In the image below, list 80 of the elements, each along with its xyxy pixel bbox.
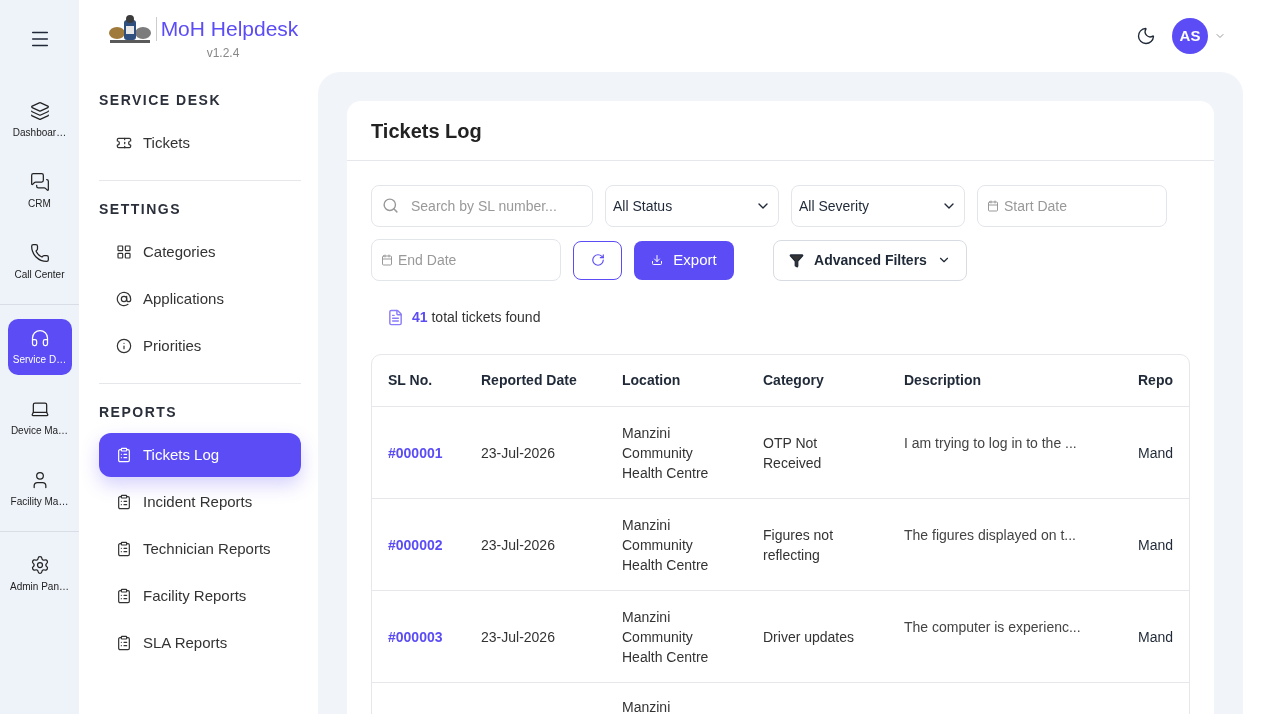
version-label: v1.2.4 <box>206 45 240 62</box>
chat-icon <box>29 171 50 192</box>
nav-item[interactable]: Tickets Log <box>99 433 301 477</box>
clipboard-icon <box>116 447 132 463</box>
info-icon <box>116 338 132 354</box>
table-cell-text: 23-Jul-2026 <box>481 535 556 555</box>
nav-item[interactable]: Incident Reports <box>99 480 301 524</box>
filter-icon <box>789 252 805 268</box>
rail-item[interactable]: Facility Ma… <box>7 461 72 517</box>
rail-item[interactable]: Call Center <box>7 234 72 290</box>
nav-item[interactable]: SLA Reports <box>99 621 301 665</box>
table-cell-text: I am trying to log in to the ... <box>904 433 1078 453</box>
table-cell-text: OTP Not Received <box>763 433 823 473</box>
nav-item[interactable]: Categories <box>99 230 301 274</box>
at-sign-icon <box>116 291 132 307</box>
advanced-filters-button[interactable]: Advanced Filters <box>773 239 967 281</box>
headset-icon <box>29 327 50 348</box>
section-heading: SETTINGS <box>99 200 182 219</box>
severity-select[interactable]: All Severity <box>791 185 965 227</box>
start-date-field[interactable]: Start Date <box>977 185 1167 227</box>
theme-toggle[interactable] <box>1136 26 1156 46</box>
table-cell-text: The computer is experienc... <box>904 617 1082 637</box>
status-select[interactable]: All Status <box>605 185 779 227</box>
layers-icon <box>29 100 50 121</box>
card-title: Tickets Log <box>371 118 482 144</box>
table-cell-text: The figures displayed on t... <box>904 525 1077 545</box>
refresh-button[interactable] <box>573 240 622 280</box>
column-header: Location <box>622 371 682 390</box>
calendar-icon <box>381 254 393 266</box>
table-cell-text: 23-Jul-2026 <box>481 443 556 463</box>
table-cell-text: Figures not reflecting <box>763 525 835 565</box>
end-date-field[interactable]: End Date <box>371 239 561 281</box>
table-cell-text: Mand <box>1138 627 1175 647</box>
calendar-icon <box>987 200 999 212</box>
column-header: Reported Date <box>481 371 578 390</box>
table-cell-text: Mand <box>1138 443 1175 463</box>
rail-item[interactable]: Service D… <box>7 319 72 375</box>
section-heading: REPORTS <box>99 403 179 422</box>
section-heading: SERVICE DESK <box>99 91 222 110</box>
nav-item[interactable]: Technician Reports <box>99 527 301 571</box>
table-cell-text: Mand <box>1138 535 1175 555</box>
phone-icon <box>29 242 50 263</box>
nav-item[interactable]: Tickets <box>99 121 301 165</box>
user-avatar[interactable]: AS <box>1172 18 1208 54</box>
download-icon <box>651 254 664 266</box>
column-header: Description <box>904 371 982 390</box>
table-cell-text: Manzini Community Health Centre <box>622 515 710 575</box>
rail-item[interactable]: Dashboar… <box>7 92 72 148</box>
document-icon <box>387 309 404 326</box>
export-button[interactable]: Export <box>634 240 734 280</box>
ticket-link[interactable]: #000003 <box>388 626 469 647</box>
rail-item[interactable]: Admin Pan… <box>7 546 72 602</box>
clipboard-icon <box>116 588 132 604</box>
table-cell-text: Manzini Community Health Centre <box>622 423 710 483</box>
nav-item[interactable]: Facility Reports <box>99 574 301 618</box>
clipboard-icon <box>116 494 132 510</box>
crest-icon <box>107 14 152 44</box>
clipboard-icon <box>116 635 132 651</box>
table-cell-text: Driver updates <box>763 627 856 647</box>
refresh-icon <box>590 253 605 267</box>
search-icon <box>382 197 399 214</box>
column-header: SL No. <box>387 371 434 390</box>
search-field[interactable]: Search by SL number... <box>371 185 593 227</box>
settings-icon <box>29 554 50 575</box>
grid-icon <box>116 244 132 260</box>
column-header: Repo <box>1138 371 1174 390</box>
nav-item[interactable]: Applications <box>99 277 301 321</box>
table-cell-text: Manzini Community Health Centre <box>622 607 710 667</box>
rail-item[interactable]: CRM <box>7 163 72 219</box>
nav-item[interactable]: Priorities <box>99 324 301 368</box>
brand-name: MoH Helpdesk <box>160 16 299 42</box>
ticket-count: 41 total tickets found <box>412 308 541 327</box>
ticket-icon <box>116 135 132 151</box>
ticket-link[interactable]: #000002 <box>388 534 469 555</box>
table-cell-text: 23-Jul-2026 <box>481 627 556 647</box>
table-cell-text: Manzini <box>622 698 672 714</box>
column-header: Category <box>763 371 825 390</box>
clipboard-icon <box>116 541 132 557</box>
ticket-link[interactable]: #000001 <box>388 442 469 463</box>
rail-item[interactable]: Device Ma… <box>7 390 72 446</box>
